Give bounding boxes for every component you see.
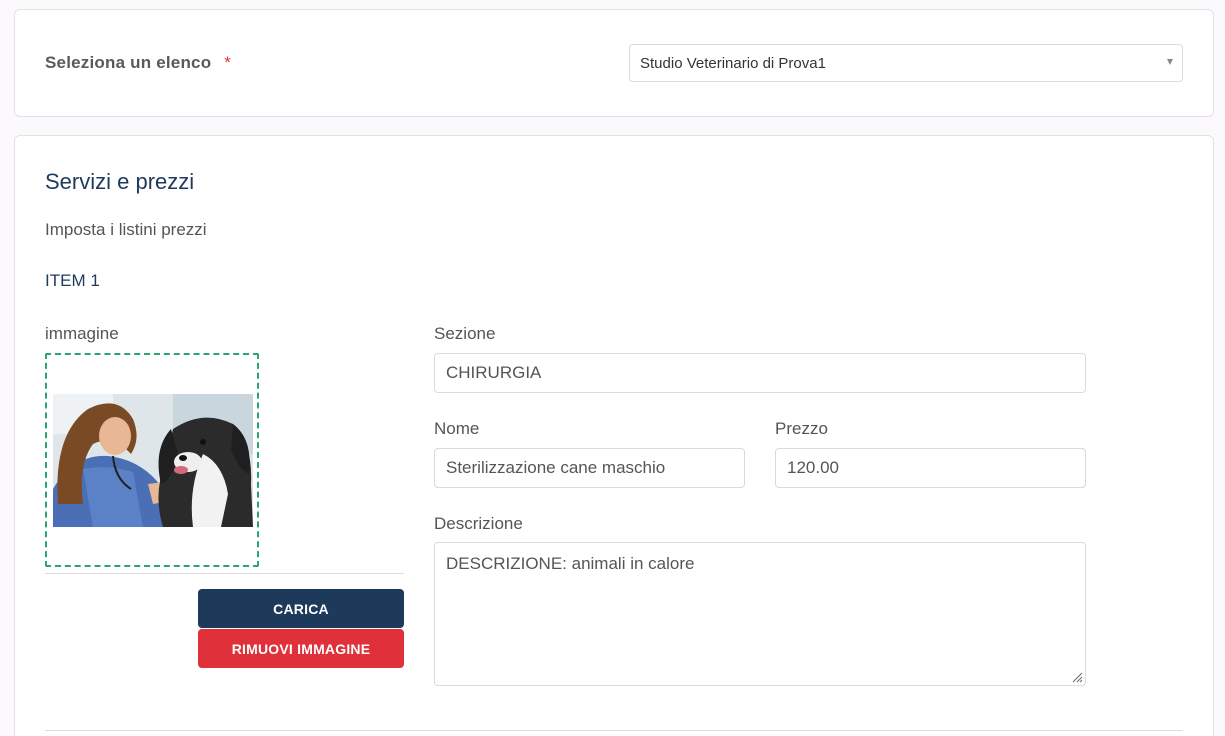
descrizione-value: DESCRIZIONE: animali in calore [446, 554, 695, 573]
prezzo-label: Prezzo [775, 419, 828, 438]
descrizione-field[interactable]: DESCRIZIONE: animali in calore [434, 542, 1086, 686]
section-subtitle: Imposta i listini prezzi [45, 220, 207, 239]
sezione-label: Sezione [434, 324, 496, 343]
upload-button[interactable]: CARICA [198, 589, 404, 628]
section-title: Servizi e prezzi [45, 169, 195, 194]
sezione-field[interactable]: CHIRURGIA [434, 353, 1086, 393]
service-photo [53, 394, 253, 527]
remove-image-button[interactable]: RIMUOVI IMMAGINE [198, 629, 404, 668]
list-select[interactable]: Studio Veterinario di Prova1 [629, 44, 1183, 82]
vet-dog-photo [53, 394, 253, 527]
nome-label: Nome [434, 419, 480, 438]
descrizione-label: Descrizione [434, 514, 523, 533]
image-label: immagine [45, 324, 119, 343]
caret-down-icon [1167, 59, 1173, 65]
services-card: Servizi e prezzi Imposta i listini prezz… [14, 135, 1214, 736]
list-selector-label-text: Seleziona un elenco [45, 53, 212, 72]
list-selector-card: Seleziona un elenco * Studio Veterinario… [14, 9, 1214, 117]
resize-handle-icon[interactable] [1071, 671, 1083, 683]
nome-field[interactable]: Sterilizzazione cane maschio [434, 448, 745, 488]
required-mark: * [224, 53, 232, 72]
item-divider [45, 730, 1183, 731]
list-select-value: Studio Veterinario di Prova1 [640, 55, 826, 72]
image-divider [45, 573, 404, 574]
image-dropzone[interactable] [45, 353, 259, 567]
prezzo-field[interactable]: 120.00 [775, 448, 1086, 488]
list-selector-label: Seleziona un elenco * [45, 53, 231, 73]
item-title: ITEM 1 [45, 271, 100, 290]
